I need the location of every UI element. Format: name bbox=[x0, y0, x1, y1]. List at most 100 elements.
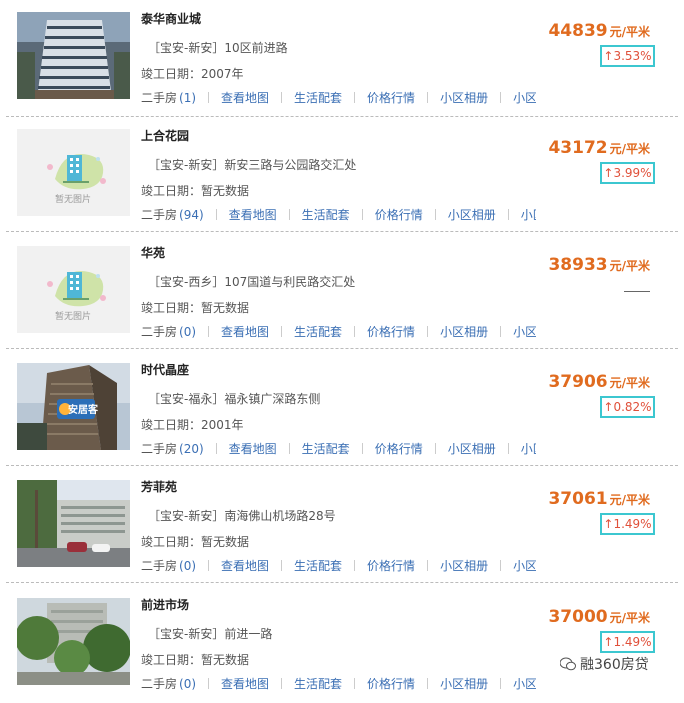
listing-completion-date: 竣工日期：暂无数据 bbox=[141, 299, 249, 316]
listing-item: 芳菲苑 ［宝安-新安］南海佛山机场路28号 竣工日期：暂无数据 二手房 (0) 查看… bbox=[0, 468, 684, 585]
secondhand-count[interactable]: (20) bbox=[179, 442, 204, 456]
listing-item: 前进市场 ［宝安-新安］前进一路 竣工日期：暂无数据 二手房 (0) 查看地图 生活配… bbox=[0, 586, 684, 703]
date-value: 暂无数据 bbox=[201, 653, 250, 667]
price-value: 38933 bbox=[548, 255, 608, 275]
separator bbox=[281, 678, 283, 689]
listing-links: 二手房 (0) 查看地图 生活配套 价格行情 小区相册 小区 bbox=[141, 323, 536, 341]
view-map-link[interactable]: 查看地图 bbox=[221, 323, 269, 340]
album-link[interactable]: 小区相册 bbox=[440, 675, 488, 692]
price-trend-link[interactable]: 价格行情 bbox=[375, 206, 423, 223]
price-unit: 元/平米 bbox=[609, 25, 650, 39]
listing-name[interactable]: 时代晶座 bbox=[141, 361, 189, 378]
separator bbox=[434, 443, 436, 454]
album-link[interactable]: 小区相册 bbox=[440, 323, 488, 340]
amenities-link[interactable]: 生活配套 bbox=[294, 557, 342, 574]
separator bbox=[288, 443, 290, 454]
divider bbox=[6, 582, 678, 583]
listing-thumbnail[interactable]: 暂无图片 bbox=[17, 129, 130, 216]
listing-links: 二手房 (1) 查看地图 生活配套 价格行情 小区相册 小区 bbox=[141, 89, 536, 107]
listing-completion-date: 竣工日期：暂无数据 bbox=[141, 533, 249, 550]
separator bbox=[427, 560, 429, 571]
separator bbox=[500, 326, 502, 337]
street-photo bbox=[17, 480, 130, 567]
listing-completion-date: 竣工日期：2001年 bbox=[141, 416, 244, 433]
anjuke-logo-text: 安居客 bbox=[68, 403, 99, 416]
community-link[interactable]: 小区 bbox=[521, 206, 536, 223]
listing-address: ［宝安-西乡］107国道与利民路交汇处 bbox=[148, 275, 356, 289]
album-link[interactable]: 小区相册 bbox=[440, 557, 488, 574]
tower-photo: 安居客 bbox=[17, 363, 130, 450]
secondhand-label: 二手房 bbox=[141, 208, 178, 222]
secondhand-label: 二手房 bbox=[141, 559, 178, 573]
date-value: 暂无数据 bbox=[201, 184, 250, 198]
amenities-link[interactable]: 生活配套 bbox=[294, 323, 342, 340]
listing-name[interactable]: 前进市场 bbox=[141, 596, 189, 613]
listing-thumbnail[interactable]: 安居客 bbox=[17, 363, 130, 450]
listing-price: 38933 元/平米 bbox=[548, 255, 650, 275]
album-link[interactable]: 小区相册 bbox=[448, 440, 496, 457]
price-value: 37906 bbox=[548, 372, 608, 392]
amenities-link[interactable]: 生活配套 bbox=[294, 89, 342, 106]
view-map-link[interactable]: 查看地图 bbox=[229, 206, 277, 223]
listing-links: 二手房 (0) 查看地图 生活配套 价格行情 小区相册 小区 bbox=[141, 557, 536, 575]
separator bbox=[215, 443, 217, 454]
listing-links: 二手房 (0) 查看地图 生活配套 价格行情 小区相册 小区 bbox=[141, 675, 536, 693]
view-map-link[interactable]: 查看地图 bbox=[221, 557, 269, 574]
separator bbox=[427, 92, 429, 103]
secondhand-count[interactable]: (0) bbox=[179, 325, 196, 339]
price-trend-link[interactable]: 价格行情 bbox=[367, 89, 415, 106]
price-trend-link[interactable]: 价格行情 bbox=[375, 440, 423, 457]
secondhand-count[interactable]: (0) bbox=[179, 677, 196, 691]
listing-thumbnail[interactable] bbox=[17, 598, 130, 685]
secondhand-label: 二手房 bbox=[141, 442, 178, 456]
separator bbox=[434, 209, 436, 220]
price-unit: 元/平米 bbox=[609, 259, 650, 273]
date-label: 竣工日期： bbox=[141, 301, 202, 315]
price-unit: 元/平米 bbox=[609, 493, 650, 507]
view-map-link[interactable]: 查看地图 bbox=[229, 440, 277, 457]
listing-name[interactable]: 上合花园 bbox=[141, 127, 189, 144]
price-change-badge: ↑3.53% bbox=[600, 45, 655, 67]
separator bbox=[361, 209, 363, 220]
price-trend-link[interactable]: 价格行情 bbox=[367, 323, 415, 340]
separator bbox=[354, 326, 356, 337]
listing-thumbnail[interactable] bbox=[17, 12, 130, 99]
amenities-link[interactable]: 生活配套 bbox=[302, 440, 350, 457]
view-map-link[interactable]: 查看地图 bbox=[221, 89, 269, 106]
community-link[interactable]: 小区 bbox=[513, 89, 536, 106]
listing-name[interactable]: 华苑 bbox=[141, 244, 165, 261]
date-label: 竣工日期： bbox=[141, 653, 202, 667]
listing-name[interactable]: 泰华商业城 bbox=[141, 10, 201, 27]
secondhand-count[interactable]: (1) bbox=[179, 91, 196, 105]
price-trend-link[interactable]: 价格行情 bbox=[367, 675, 415, 692]
community-link[interactable]: 小区 bbox=[521, 440, 536, 457]
view-map-link[interactable]: 查看地图 bbox=[221, 675, 269, 692]
date-value: 暂无数据 bbox=[201, 535, 250, 549]
building-photo bbox=[17, 12, 130, 99]
divider bbox=[6, 348, 678, 349]
album-link[interactable]: 小区相册 bbox=[448, 206, 496, 223]
trees-photo bbox=[17, 598, 130, 685]
separator bbox=[500, 560, 502, 571]
community-link[interactable]: 小区 bbox=[513, 323, 536, 340]
divider bbox=[6, 465, 678, 466]
no-image-text: 暂无图片 bbox=[55, 193, 91, 205]
no-image-text: 暂无图片 bbox=[55, 310, 91, 322]
listing-thumbnail[interactable] bbox=[17, 480, 130, 567]
listing-name[interactable]: 芳菲苑 bbox=[141, 478, 177, 495]
secondhand-count[interactable]: (0) bbox=[179, 559, 196, 573]
amenities-link[interactable]: 生活配套 bbox=[302, 206, 350, 223]
price-trend-link[interactable]: 价格行情 bbox=[367, 557, 415, 574]
album-link[interactable]: 小区相册 bbox=[440, 89, 488, 106]
amenities-link[interactable]: 生活配套 bbox=[294, 675, 342, 692]
separator bbox=[507, 443, 509, 454]
secondhand-count[interactable]: (94) bbox=[179, 208, 204, 222]
community-link[interactable]: 小区 bbox=[513, 675, 536, 692]
community-link[interactable]: 小区 bbox=[513, 557, 536, 574]
separator bbox=[500, 92, 502, 103]
listing-thumbnail[interactable]: 暂无图片 bbox=[17, 246, 130, 333]
price-unit: 元/平米 bbox=[609, 376, 650, 390]
listing-links: 二手房(20) 查看地图 生活配套 价格行情 小区相册 小区 bbox=[141, 440, 536, 458]
price-value: 44839 bbox=[548, 21, 608, 41]
price-change-badge: ↑3.99% bbox=[600, 162, 655, 184]
